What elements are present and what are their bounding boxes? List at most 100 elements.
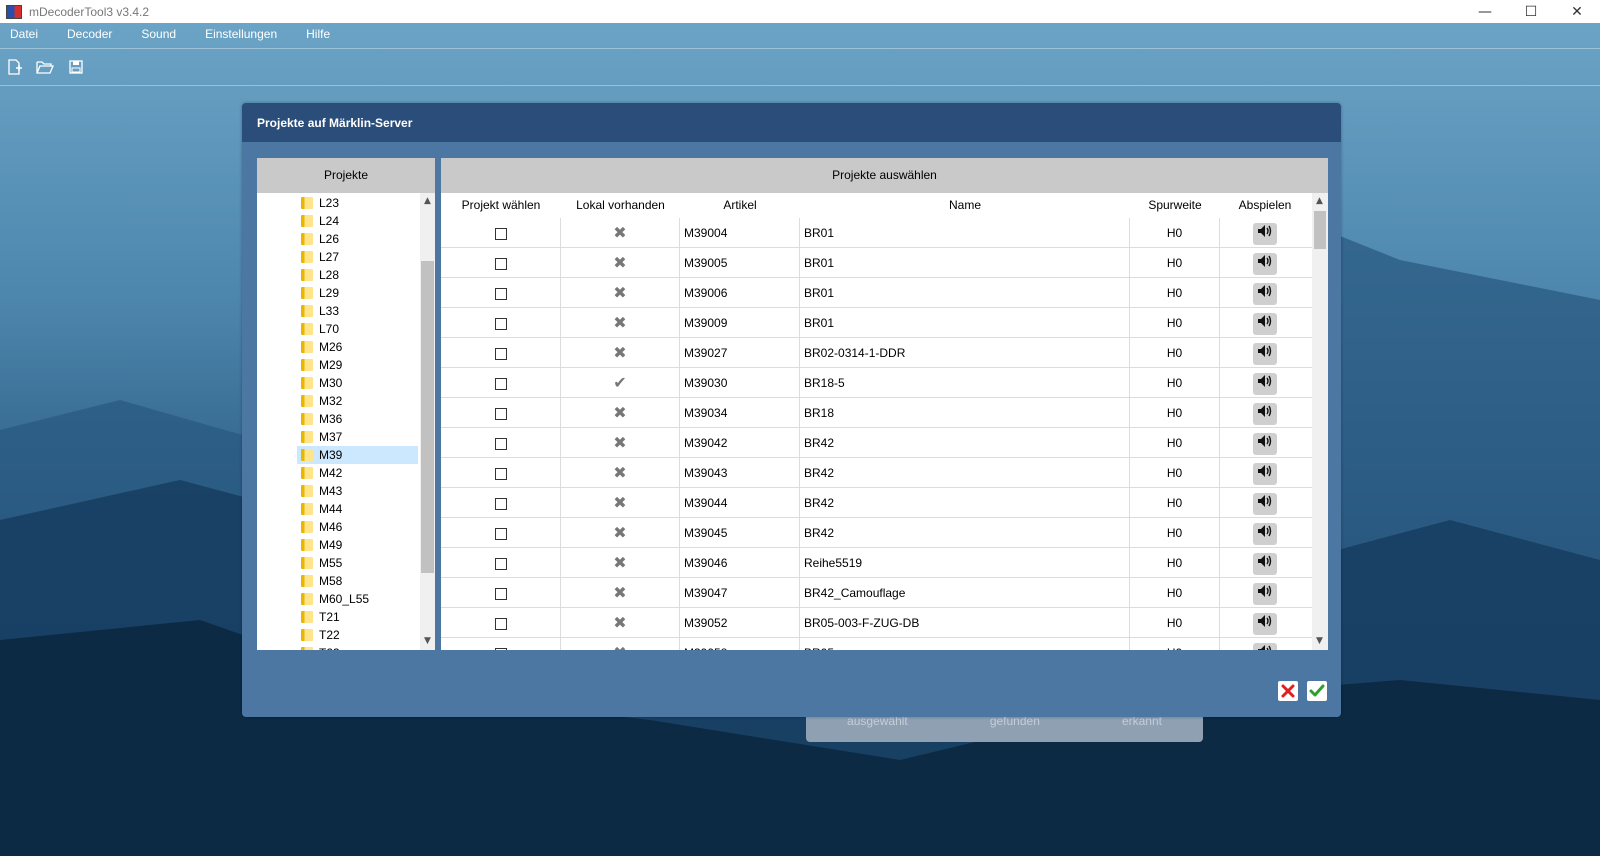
tree-item-m36[interactable]: M36 — [297, 410, 418, 428]
project-select-checkbox[interactable] — [494, 227, 507, 240]
table-row[interactable]: ✖ M39046 Reihe5519 H0 — [441, 548, 1312, 578]
minimize-button[interactable]: — — [1462, 0, 1508, 23]
tree-item-t22[interactable]: T22 — [297, 626, 418, 644]
table-row[interactable]: ✖ M39034 BR18 H0 — [441, 398, 1312, 428]
tree-item-m49[interactable]: M49 — [297, 536, 418, 554]
open-folder-icon[interactable] — [35, 58, 55, 76]
play-sound-button[interactable] — [1253, 432, 1277, 455]
menu-decoder[interactable]: Decoder — [57, 23, 122, 45]
tree-item-m46[interactable]: M46 — [297, 518, 418, 536]
tree-item-l28[interactable]: L28 — [297, 266, 418, 284]
play-sound-button[interactable] — [1253, 312, 1277, 335]
column-header-name[interactable]: Name — [800, 193, 1130, 218]
table-row[interactable]: ✖ M39047 BR42_Camouflage H0 — [441, 578, 1312, 608]
scroll-up-icon[interactable]: ▲ — [420, 193, 435, 210]
save-icon[interactable] — [66, 58, 86, 76]
tree-item-l29[interactable]: L29 — [297, 284, 418, 302]
new-file-icon[interactable] — [4, 58, 24, 76]
tree-item-m37[interactable]: M37 — [297, 428, 418, 446]
table-row[interactable]: ✖ M39006 BR01 H0 — [441, 278, 1312, 308]
project-select-checkbox[interactable] — [494, 377, 507, 390]
tree-item-m44[interactable]: M44 — [297, 500, 418, 518]
menu-sound[interactable]: Sound — [131, 23, 186, 45]
column-header-select[interactable]: Projekt wählen — [441, 193, 561, 218]
column-header-local[interactable]: Lokal vorhanden — [561, 193, 680, 218]
table-row[interactable]: ✖ M39045 BR42 H0 — [441, 518, 1312, 548]
tree-item-l33[interactable]: L33 — [297, 302, 418, 320]
table-row[interactable]: ✖ M39005 BR01 H0 — [441, 248, 1312, 278]
project-select-checkbox[interactable] — [494, 287, 507, 300]
column-header-play[interactable]: Abspielen — [1220, 193, 1310, 218]
menu-hilfe[interactable]: Hilfe — [296, 23, 340, 45]
tree-item-m58[interactable]: M58 — [297, 572, 418, 590]
project-select-checkbox[interactable] — [494, 317, 507, 330]
tree-item-t21[interactable]: T21 — [297, 608, 418, 626]
scroll-down-icon[interactable]: ▼ — [1312, 633, 1327, 650]
table-row[interactable]: ✔ M39030 BR18-5 H0 — [441, 368, 1312, 398]
tree-item-t23[interactable]: T23 — [297, 644, 418, 650]
table-row[interactable]: ✖ M39009 BR01 H0 — [441, 308, 1312, 338]
tree-item-m30[interactable]: M30 — [297, 374, 418, 392]
column-header-gauge[interactable]: Spurweite — [1130, 193, 1220, 218]
play-sound-button[interactable] — [1253, 402, 1277, 425]
tree-scroll-thumb[interactable] — [421, 261, 434, 573]
tree-item-l26[interactable]: L26 — [297, 230, 418, 248]
table-row[interactable]: ✖ M39052 BR05-003-F-ZUG-DB H0 — [441, 608, 1312, 638]
tree-item-m32[interactable]: M32 — [297, 392, 418, 410]
play-sound-button[interactable] — [1253, 462, 1277, 485]
cancel-button[interactable] — [1278, 681, 1298, 701]
project-select-checkbox[interactable] — [494, 617, 507, 630]
play-sound-button[interactable] — [1253, 552, 1277, 575]
project-select-checkbox[interactable] — [494, 257, 507, 270]
project-select-checkbox[interactable] — [494, 527, 507, 540]
tree-item-m55[interactable]: M55 — [297, 554, 418, 572]
tree-item-m29[interactable]: M29 — [297, 356, 418, 374]
tree-item-m43[interactable]: M43 — [297, 482, 418, 500]
play-sound-button[interactable] — [1253, 492, 1277, 515]
play-sound-button[interactable] — [1253, 222, 1277, 245]
close-button[interactable]: ✕ — [1554, 0, 1600, 23]
ok-button[interactable] — [1307, 681, 1327, 701]
table-row[interactable]: ✖ M39058BR05H0 — [441, 638, 1312, 650]
tree-item-l23[interactable]: L23 — [297, 194, 418, 212]
project-select-checkbox[interactable] — [494, 497, 507, 510]
select-cell — [441, 248, 561, 278]
tree-item-l24[interactable]: L24 — [297, 212, 418, 230]
tree-item-m26[interactable]: M26 — [297, 338, 418, 356]
project-select-checkbox[interactable] — [494, 647, 507, 650]
project-select-checkbox[interactable] — [494, 557, 507, 570]
table-scrollbar[interactable]: ▲ ▼ — [1312, 193, 1328, 650]
project-select-checkbox[interactable] — [494, 437, 507, 450]
play-sound-button[interactable] — [1253, 582, 1277, 605]
play-sound-button[interactable] — [1253, 342, 1277, 365]
project-select-checkbox[interactable] — [494, 587, 507, 600]
tree-item-m42[interactable]: M42 — [297, 464, 418, 482]
play-sound-button[interactable] — [1253, 252, 1277, 275]
play-sound-button[interactable] — [1253, 282, 1277, 305]
project-select-checkbox[interactable] — [494, 347, 507, 360]
tree-item-m39[interactable]: M39 — [297, 446, 418, 464]
project-select-checkbox[interactable] — [494, 407, 507, 420]
scroll-down-icon[interactable]: ▼ — [420, 633, 435, 650]
table-scroll-thumb[interactable] — [1314, 211, 1326, 249]
column-header-article[interactable]: Artikel — [680, 193, 800, 218]
scroll-up-icon[interactable]: ▲ — [1312, 193, 1327, 210]
tree-scrollbar[interactable]: ▲ ▼ — [420, 193, 435, 650]
menu-datei[interactable]: Datei — [0, 23, 48, 45]
maximize-button[interactable]: ☐ — [1508, 0, 1554, 23]
play-sound-button[interactable] — [1253, 372, 1277, 395]
tree-item-m60_l55[interactable]: M60_L55 — [297, 590, 418, 608]
name-cell: BR42 — [800, 428, 1130, 458]
tree-item-l27[interactable]: L27 — [297, 248, 418, 266]
table-row[interactable]: ✖ M39042 BR42 H0 — [441, 428, 1312, 458]
menu-einstellungen[interactable]: Einstellungen — [195, 23, 287, 45]
project-select-checkbox[interactable] — [494, 467, 507, 480]
table-row[interactable]: ✖ M39004 BR01 H0 — [441, 218, 1312, 248]
play-sound-button[interactable] — [1253, 612, 1277, 635]
table-row[interactable]: ✖ M39043 BR42 H0 — [441, 458, 1312, 488]
play-sound-button[interactable] — [1253, 522, 1277, 545]
tree-item-l70[interactable]: L70 — [297, 320, 418, 338]
table-row[interactable]: ✖ M39027 BR02-0314-1-DDR H0 — [441, 338, 1312, 368]
table-row[interactable]: ✖ M39044 BR42 H0 — [441, 488, 1312, 518]
play-sound-button[interactable] — [1253, 642, 1277, 650]
